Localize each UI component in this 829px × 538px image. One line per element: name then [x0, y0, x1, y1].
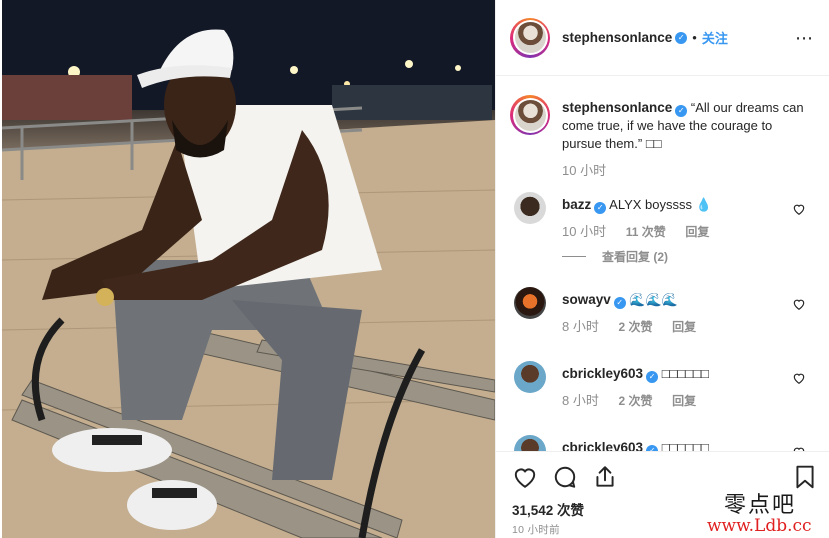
comment-icon[interactable]: [552, 464, 578, 490]
verified-badge-icon: ✓: [594, 202, 607, 214]
comment-avatar[interactable]: [514, 435, 546, 451]
photo-illustration: [2, 0, 495, 538]
like-count[interactable]: 31,542 次赞: [512, 499, 584, 519]
caption-username[interactable]: stephensonlance: [562, 100, 672, 115]
comment-avatar[interactable]: [514, 361, 546, 393]
comment-time[interactable]: 10 小时: [562, 224, 606, 239]
verified-badge-icon: ✓: [675, 31, 688, 44]
comment-likes[interactable]: 2 次赞: [618, 394, 652, 408]
comment-text: □□□□□□: [661, 440, 709, 451]
header-avatar[interactable]: [510, 17, 550, 58]
watermark-title: 零点吧: [724, 493, 797, 518]
post-side-panel: stephensonlance ✓ • 关注 ⋯ stephensonlance…: [495, 0, 829, 538]
avatar-image: [514, 99, 546, 131]
comment-text: □□□□□□: [661, 366, 709, 381]
post-time[interactable]: 10 小时前: [512, 522, 560, 537]
watermark-url: www.Ldb.cc: [707, 516, 812, 536]
comment-username[interactable]: cbrickley603: [562, 440, 643, 451]
reply-button[interactable]: 回复: [685, 225, 709, 239]
comment-likes[interactable]: 2 次赞: [618, 320, 652, 334]
comment-heart-icon[interactable]: [792, 202, 806, 216]
verified-badge-icon: ✓: [675, 105, 688, 117]
view-replies-label: 查看回复 (2): [602, 250, 669, 264]
verified-badge-icon: ✓: [613, 297, 626, 309]
comment-text: ALYX boyssss 💧: [609, 197, 712, 212]
follow-button[interactable]: 关注: [702, 28, 728, 47]
comment-username[interactable]: sowayv: [562, 292, 611, 307]
comment-heart-icon[interactable]: [792, 371, 806, 385]
comments-list[interactable]: stephensonlance ✓ “All our dreams can com…: [496, 77, 829, 451]
comment-username[interactable]: bazz: [562, 197, 591, 212]
comment-text: 🌊🌊🌊: [629, 292, 678, 307]
comment-username[interactable]: cbrickley603: [562, 366, 643, 381]
header-username[interactable]: stephensonlance: [562, 30, 672, 45]
reply-button[interactable]: 回复: [672, 394, 696, 408]
caption-avatar[interactable]: [510, 95, 550, 135]
view-replies-button[interactable]: 查看回复 (2): [562, 248, 668, 265]
avatar-image: [514, 22, 546, 53]
share-icon[interactable]: [592, 464, 618, 490]
header-separator: •: [692, 30, 697, 45]
post-header: stephensonlance ✓ • 关注 ⋯: [496, 0, 829, 76]
comment-avatar[interactable]: [514, 287, 546, 319]
caption-time[interactable]: 10 小时: [562, 163, 606, 178]
heart-icon[interactable]: [512, 464, 538, 490]
comment-likes[interactable]: 11 次赞: [626, 225, 666, 239]
post-photo[interactable]: [2, 0, 495, 538]
comment-avatar[interactable]: [514, 192, 546, 224]
reply-button[interactable]: 回复: [672, 320, 696, 334]
comment-heart-icon[interactable]: [792, 297, 806, 311]
verified-badge-icon: ✓: [646, 371, 659, 383]
comment-time[interactable]: 8 小时: [562, 393, 599, 408]
replies-line: [562, 256, 586, 257]
more-options-icon[interactable]: ⋯: [795, 28, 814, 49]
comment-time[interactable]: 8 小时: [562, 319, 599, 334]
